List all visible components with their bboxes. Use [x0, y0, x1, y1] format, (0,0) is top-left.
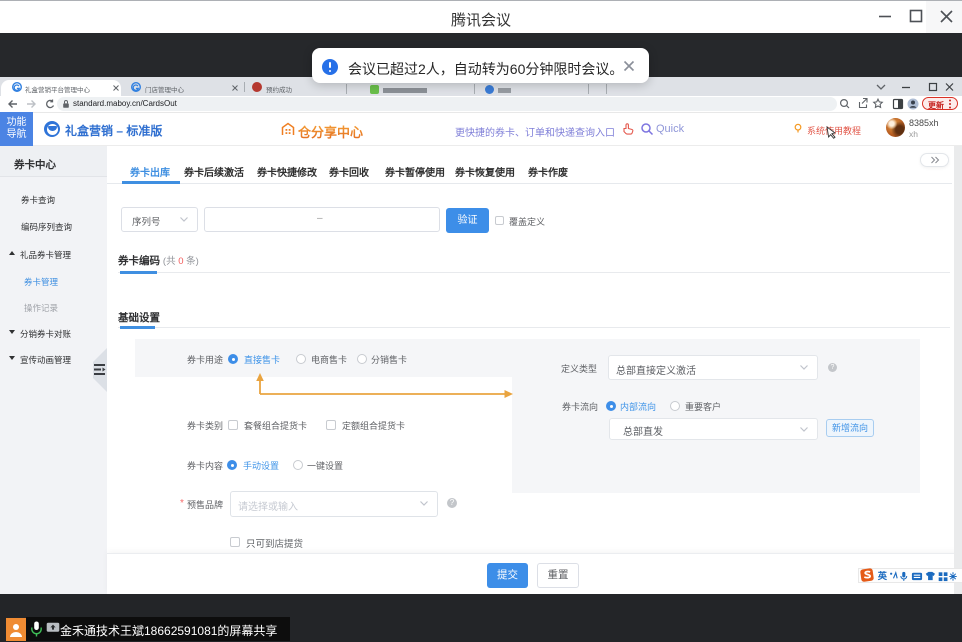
svg-text:英: 英 [878, 570, 888, 581]
